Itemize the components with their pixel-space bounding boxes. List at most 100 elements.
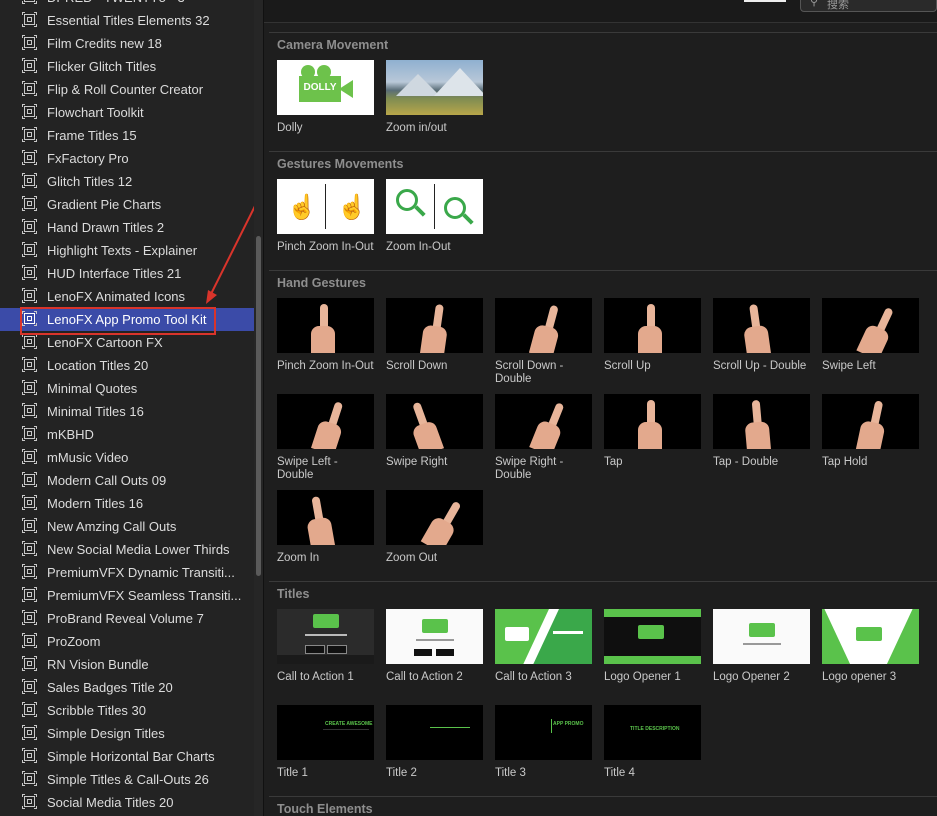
tile-logo-opener-1[interactable]: Logo Opener 1	[604, 609, 701, 684]
title-category-icon	[22, 288, 37, 303]
tile-hand-gesture[interactable]: Scroll Down	[386, 298, 483, 373]
hand-icon	[529, 401, 567, 449]
sidebar-item[interactable]: Highlight Texts - Explainer	[0, 239, 254, 262]
tile-hand-gesture[interactable]: Swipe Left	[822, 298, 919, 373]
tile-call-to-action-1[interactable]: Call to Action 1	[277, 609, 374, 684]
tile-thumbnail	[386, 394, 483, 449]
sidebar-item[interactable]: DPRED - TWENTY5 - 3	[0, 0, 254, 9]
tile-hand-gesture[interactable]: Swipe Right - Double	[495, 394, 592, 482]
sidebar-item[interactable]: Gradient Pie Charts	[0, 193, 254, 216]
sidebar-item[interactable]: Simple Titles & Call-Outs 26	[0, 768, 254, 791]
tile-label: Zoom in/out	[386, 122, 447, 134]
tile-hand-gesture[interactable]: Zoom In	[277, 490, 374, 565]
tile-label: Tap - Double	[713, 456, 779, 468]
sidebar-item[interactable]: Modern Titles 16	[0, 492, 254, 515]
tile-hand-gesture[interactable]: Scroll Down - Double	[495, 298, 592, 386]
tile-dolly[interactable]: DOLLY Dolly	[277, 60, 374, 135]
search-field[interactable]: ⚲ 搜索	[800, 0, 937, 12]
sidebar-item[interactable]: Flowchart Toolkit	[0, 101, 254, 124]
sidebar-item[interactable]: Scribble Titles 30	[0, 699, 254, 722]
sidebar-item[interactable]: Sales Badges Title 20	[0, 676, 254, 699]
tile-thumbnail	[495, 298, 592, 353]
tile-hand-gesture[interactable]: Zoom Out	[386, 490, 483, 565]
sidebar-item[interactable]: Simple Horizontal Bar Charts	[0, 745, 254, 768]
tile-zoom-in-out[interactable]: Zoom in/out	[386, 60, 483, 135]
section-header: Hand Gestures	[269, 270, 937, 295]
tile-hand-gesture[interactable]: Pinch Zoom In-Out	[277, 298, 374, 373]
tile-title-1[interactable]: CREATE AWESOME Title 1	[277, 705, 374, 780]
tile-pinch-zoom[interactable]: ☝ ☝ Pinch Zoom In-Out	[277, 179, 374, 254]
browser-toolbar: ⚲ 搜索	[264, 0, 937, 23]
sidebar-item[interactable]: PremiumVFX Seamless Transiti...	[0, 584, 254, 607]
tile-logo-opener-3[interactable]: Logo opener 3	[822, 609, 919, 684]
sidebar-item[interactable]: LenoFX Animated Icons	[0, 285, 254, 308]
sidebar-item[interactable]: LenoFX App Promo Tool Kit	[0, 308, 254, 331]
sidebar-scrollbar-thumb[interactable]	[256, 236, 261, 576]
tile-thumbnail	[604, 298, 701, 353]
tile-label: Scroll Down - Double	[495, 360, 564, 385]
title-category-icon	[22, 587, 37, 602]
sidebar-item[interactable]: Location Titles 20	[0, 354, 254, 377]
sidebar-item[interactable]: Minimal Quotes	[0, 377, 254, 400]
sidebar-item-label: PremiumVFX Dynamic Transiti...	[47, 565, 235, 580]
hand-icon	[744, 399, 772, 449]
sidebar-item-label: Modern Titles 16	[47, 496, 144, 511]
sidebar-item[interactable]: FxFactory Pro	[0, 147, 254, 170]
tile-hand-gesture[interactable]: Swipe Right	[386, 394, 483, 469]
tile-logo-opener-2[interactable]: Logo Opener 2	[713, 609, 810, 684]
tile-call-to-action-3[interactable]: Call to Action 3	[495, 609, 592, 684]
tile-hand-gesture[interactable]: Scroll Up - Double	[713, 298, 810, 373]
tile-thumbnail	[277, 298, 374, 353]
tile-label: Zoom Out	[386, 552, 438, 564]
tile-hand-gesture[interactable]: Swipe Left - Double	[277, 394, 374, 482]
tile-hand-gesture[interactable]: Tap - Double	[713, 394, 810, 469]
sidebar-item[interactable]: LenoFX Cartoon FX	[0, 331, 254, 354]
sidebar-item[interactable]: Film Credits new 18	[0, 32, 254, 55]
tile-thumbnail	[386, 609, 483, 664]
title-category-icon	[22, 472, 37, 487]
sidebar-item[interactable]: Glitch Titles 12	[0, 170, 254, 193]
toolbar-mark	[744, 0, 786, 2]
tile-hand-gesture[interactable]: Scroll Up	[604, 298, 701, 373]
sidebar-item[interactable]: RN Vision Bundle	[0, 653, 254, 676]
tile-call-to-action-2[interactable]: Call to Action 2	[386, 609, 483, 684]
tile-title-2[interactable]: Title 2	[386, 705, 483, 780]
sidebar-item[interactable]: Simple Design Titles	[0, 722, 254, 745]
sidebar-item[interactable]: PremiumVFX Dynamic Transiti...	[0, 561, 254, 584]
sidebar-item[interactable]: mKBHD	[0, 423, 254, 446]
sidebar-item-label: Glitch Titles 12	[47, 174, 133, 189]
sidebar-item[interactable]: ProZoom	[0, 630, 254, 653]
title-category-icon	[22, 702, 37, 717]
section-header: Titles	[269, 581, 937, 606]
sidebar-item[interactable]: Social Media Titles 20	[0, 791, 254, 814]
sidebar-item[interactable]: Minimal Titles 16	[0, 400, 254, 423]
sidebar-item[interactable]: HUD Interface Titles 21	[0, 262, 254, 285]
tile-thumbnail	[822, 394, 919, 449]
sidebar-item[interactable]: mMusic Video	[0, 446, 254, 469]
tile-hand-gesture[interactable]: Tap	[604, 394, 701, 469]
sidebar-item[interactable]: Flip & Roll Counter Creator	[0, 78, 254, 101]
sidebar-item[interactable]: ProBrand Reveal Volume 7	[0, 607, 254, 630]
app-promo-logo	[422, 619, 448, 633]
tile-title-3[interactable]: APP PROMO Title 3	[495, 705, 592, 780]
sidebar-item[interactable]: Hand Drawn Titles 2	[0, 216, 254, 239]
tile-zoom-in-out-gesture[interactable]: Zoom In-Out	[386, 179, 483, 254]
sidebar-item-label: mMusic Video	[47, 450, 129, 465]
title-category-icon	[22, 311, 37, 326]
sidebar-item-label: ProZoom	[47, 634, 101, 649]
sidebar-item[interactable]: New Amzing Call Outs	[0, 515, 254, 538]
tile-hand-gesture[interactable]: Tap Hold	[822, 394, 919, 469]
sidebar-item[interactable]: Flicker Glitch Titles	[0, 55, 254, 78]
sidebar-item-label: HUD Interface Titles 21	[47, 266, 182, 281]
hand-icon	[311, 400, 346, 449]
sidebar-item[interactable]: New Social Media Lower Thirds	[0, 538, 254, 561]
sidebar-item[interactable]: Modern Call Outs 09	[0, 469, 254, 492]
title-category-icon	[22, 104, 37, 119]
sidebar-item-label: RN Vision Bundle	[47, 657, 149, 672]
sidebar-item[interactable]: Frame Titles 15	[0, 124, 254, 147]
tile-thumbnail	[386, 298, 483, 353]
tile-thumbnail	[386, 60, 483, 115]
sidebar-item-label: Location Titles 20	[47, 358, 149, 373]
sidebar-item[interactable]: Essential Titles Elements 32	[0, 9, 254, 32]
tile-title-4[interactable]: TITLE DESCRIPTION Title 4	[604, 705, 701, 780]
